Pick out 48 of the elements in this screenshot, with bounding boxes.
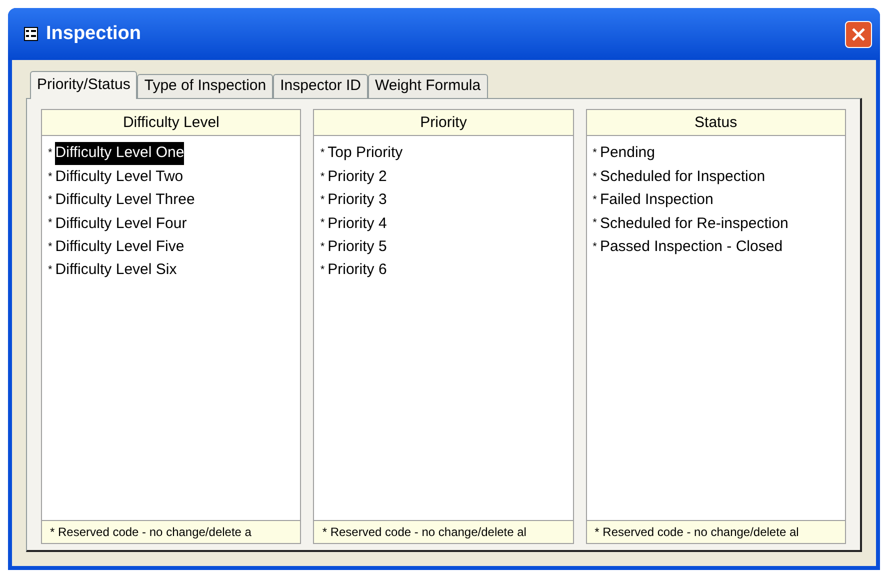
reserved-mark: * — [592, 218, 597, 230]
list-item[interactable]: Difficulty Level One — [55, 142, 184, 165]
reserved-mark: * — [320, 218, 325, 230]
list-item[interactable]: Difficulty Level Six — [55, 259, 177, 282]
list-item[interactable]: Difficulty Level Five — [55, 236, 184, 258]
window-title: Inspection — [46, 22, 142, 46]
reserved-mark: * — [48, 218, 52, 230]
list-item[interactable]: Scheduled for Inspection — [600, 166, 766, 188]
list-item[interactable]: Passed Inspection - Closed — [600, 236, 783, 258]
reserved-mark: * — [48, 172, 52, 183]
reserved-mark: * — [320, 194, 325, 206]
list-item[interactable]: Priority 6 — [328, 259, 387, 282]
list-item[interactable]: Difficulty Level Two — [55, 166, 184, 188]
reserved-mark: * — [320, 242, 325, 253]
list-item[interactable]: Failed Inspection — [600, 189, 714, 212]
list-header: Status — [586, 110, 845, 136]
list-item[interactable]: Top Priority — [328, 142, 403, 165]
list-footer: * Reserved code - no change/delete a — [42, 520, 300, 543]
tab[interactable]: Priority/Status — [30, 71, 138, 99]
list-footer: * Reserved code - no change/delete al — [586, 520, 845, 543]
reserved-mark: * — [320, 265, 325, 276]
list-item[interactable]: Priority 3 — [328, 189, 387, 212]
list-item[interactable]: Pending — [600, 142, 655, 165]
close-button[interactable] — [845, 20, 872, 48]
close-icon — [851, 26, 866, 42]
tab[interactable]: Inspector ID — [273, 74, 368, 98]
reserved-mark: * — [592, 194, 597, 206]
reserved-mark: * — [48, 242, 52, 253]
list-item[interactable]: Difficulty Level Four — [55, 212, 187, 236]
reserved-mark: * — [320, 172, 325, 183]
list-header: Priority — [314, 110, 573, 136]
reserved-mark: * — [48, 265, 52, 276]
tab[interactable]: Type of Inspection — [137, 74, 274, 98]
tab[interactable]: Weight Formula — [368, 74, 488, 98]
reserved-mark: * — [320, 148, 325, 160]
list-item[interactable]: Scheduled for Re-inspection — [600, 212, 788, 236]
list-header: Difficulty Level — [42, 110, 300, 136]
list-item[interactable]: Priority 5 — [328, 236, 387, 258]
reserved-mark: * — [48, 148, 52, 160]
reserved-mark: * — [592, 172, 597, 183]
list-footer: * Reserved code - no change/delete al — [314, 520, 573, 543]
list-item[interactable]: Priority 2 — [328, 166, 387, 188]
reserved-mark: * — [592, 148, 597, 160]
form-icon — [24, 27, 38, 41]
list-item[interactable]: Difficulty Level Three — [55, 189, 195, 212]
list-item[interactable]: Priority 4 — [328, 212, 387, 236]
reserved-mark: * — [48, 194, 52, 206]
reserved-mark: * — [592, 242, 597, 253]
